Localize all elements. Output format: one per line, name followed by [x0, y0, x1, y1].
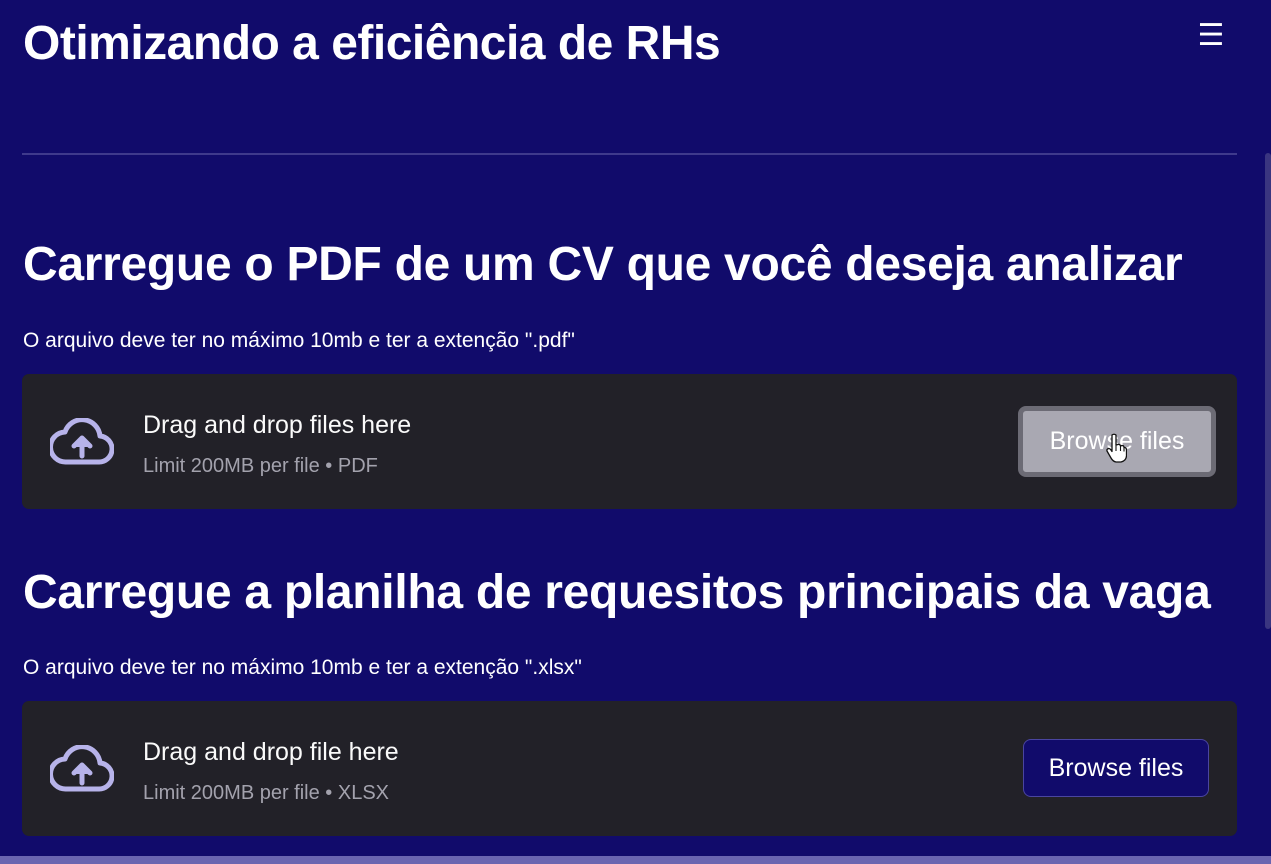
pdf-section-note: O arquivo deve ter no máximo 10mb e ter …: [23, 329, 575, 352]
cloud-upload-icon: [50, 418, 114, 465]
pdf-section-heading: Carregue o PDF de um CV que você deseja …: [23, 238, 1183, 291]
bottom-bar: [0, 856, 1271, 864]
xlsx-section-note: O arquivo deve ter no máximo 10mb e ter …: [23, 656, 582, 679]
hand-pointer-cursor-icon: [1106, 433, 1127, 463]
xlsx-file-dropzone[interactable]: Drag and drop file here Limit 200MB per …: [22, 701, 1237, 836]
hamburger-menu-icon[interactable]: ☰: [1193, 18, 1229, 54]
scrollbar[interactable]: [1265, 153, 1271, 629]
cloud-upload-icon: [50, 745, 114, 792]
header-divider: [22, 153, 1237, 155]
xlsx-dropzone-title: Drag and drop file here: [143, 738, 399, 766]
xlsx-dropzone-limit: Limit 200MB per file • XLSX: [143, 782, 389, 804]
app-title: Otimizando a eficiência de RHs: [23, 17, 721, 70]
pdf-file-dropzone[interactable]: Drag and drop files here Limit 200MB per…: [22, 374, 1237, 509]
app-page: Otimizando a eficiência de RHs ☰ Carregu…: [0, 0, 1271, 864]
pdf-dropzone-limit: Limit 200MB per file • PDF: [143, 455, 378, 477]
xlsx-section-heading: Carregue a planilha de requesitos princi…: [23, 566, 1211, 619]
pdf-dropzone-title: Drag and drop files here: [143, 411, 412, 439]
xlsx-browse-files-button[interactable]: Browse files: [1023, 739, 1209, 797]
